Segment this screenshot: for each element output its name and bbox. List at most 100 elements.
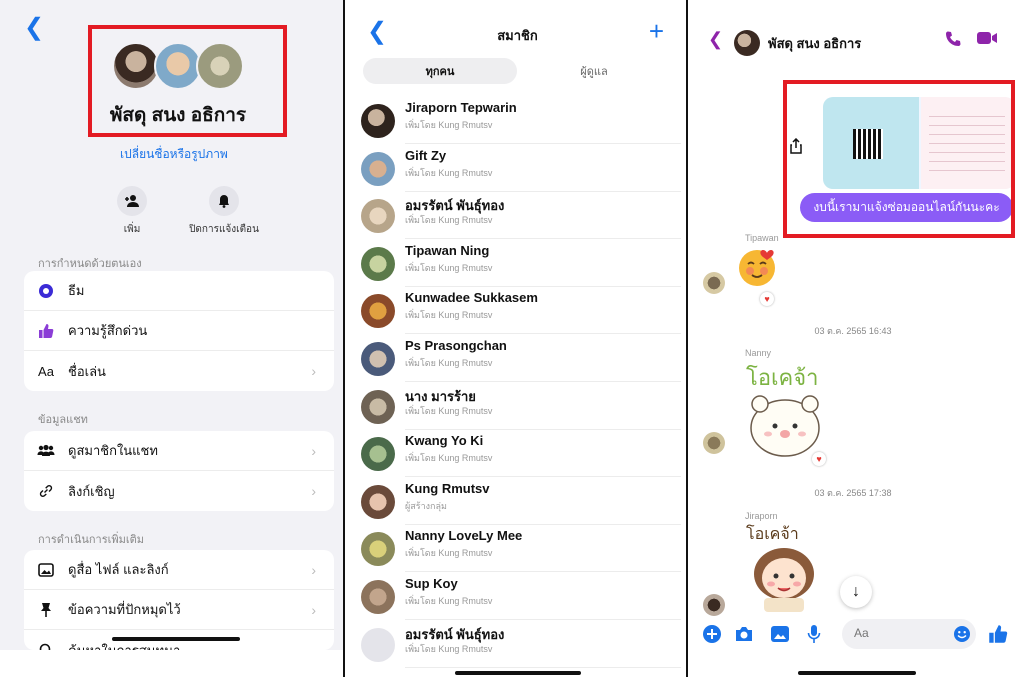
add-member-button[interactable]: + <box>649 16 664 47</box>
member-name: Kung Rmutsv <box>405 480 490 496</box>
search-icon <box>36 643 56 650</box>
home-indicator <box>798 671 916 675</box>
nickname-row[interactable]: Aa ชื่อเล่น › <box>24 351 334 391</box>
pinned-messages-row[interactable]: ข้อความที่ปักหมุดไว้ › <box>24 590 334 630</box>
member-row[interactable]: อมรรัตน์ พันธุ์ทอง เพิ่มโดย Kung Rmutsv <box>361 620 681 668</box>
avatar[interactable] <box>703 432 725 454</box>
chevron-right-icon: › <box>311 442 316 459</box>
member-subtitle: เพิ่มโดย Kung Rmutsv <box>405 310 493 321</box>
divider <box>405 666 681 668</box>
add-member-button[interactable]: เพิ่ม <box>92 186 172 237</box>
sender-name: Tipawan <box>745 233 779 243</box>
gallery-icon[interactable] <box>770 624 790 644</box>
phone-icon[interactable] <box>944 30 962 53</box>
member-row[interactable]: Kwang Yo Ki เพิ่มโดย Kung Rmutsv <box>361 429 681 478</box>
avatar[interactable] <box>703 272 725 294</box>
section-chat-info-title: ข้อมูลแชท <box>38 414 88 426</box>
conversation-panel: ❮ พัสดุ สนง อธิการ งบนี้เรามาแจ้งซ่อมออน… <box>690 0 1016 677</box>
invite-link-row[interactable]: ลิงก์เชิญ › <box>24 471 334 511</box>
member-row[interactable]: Kunwadee Sukkasem เพิ่มโดย Kung Rmutsv <box>361 286 681 335</box>
avatar <box>361 151 395 186</box>
search-conversation-label: ค้นหาในการสนทนา <box>68 642 181 651</box>
tab-everyone[interactable]: ทุกคน <box>363 58 517 84</box>
bell-icon <box>209 186 239 216</box>
member-row[interactable]: อมรรัตน์ พันธุ์ทอง เพิ่มโดย Kung Rmutsv <box>361 191 681 240</box>
member-row[interactable]: นาง มารร้าย เพิ่มโดย Kung Rmutsv <box>361 382 681 430</box>
member-name: Jiraporn Tepwarin <box>405 100 517 115</box>
chat-info-card: ดูสมาชิกในแชท › ลิงก์เชิญ › <box>24 431 334 511</box>
video-call-icon[interactable] <box>976 30 998 51</box>
avatar[interactable] <box>734 30 760 56</box>
avatar <box>361 437 395 472</box>
view-members-label: ดูสมาชิกในแชท <box>68 443 158 458</box>
avatar <box>361 104 395 138</box>
customize-card: ธีม ความรู้สึกด่วน Aa ชื่อเล่น › <box>24 271 334 391</box>
bear-sticker[interactable]: โอเคจ้า <box>740 360 830 460</box>
member-row[interactable]: Tipawan Ning เพิ่มโดย Kung Rmutsv <box>361 239 681 287</box>
emoji-icon[interactable] <box>952 624 972 644</box>
section-more-actions-title: การดำเนินการเพิ่มเติม <box>38 534 145 546</box>
emoji-sticker[interactable] <box>735 246 779 290</box>
mute-label: ปิดการแจ้งเตือน <box>189 224 259 235</box>
member-subtitle: เพิ่มโดย Kung Rmutsv <box>405 643 493 654</box>
invite-link-label: ลิงก์เชิญ <box>68 483 115 499</box>
avatar <box>361 246 395 281</box>
girl-sticker[interactable]: โอเคจ้า <box>738 522 830 612</box>
thumbs-up-icon[interactable] <box>988 624 1008 644</box>
scroll-down-button[interactable]: ↓ <box>840 576 872 608</box>
mute-button[interactable]: ปิดการแจ้งเตือน <box>184 186 264 237</box>
quick-reaction-label: ความรู้สึกด่วน <box>68 323 148 338</box>
composer-bar <box>690 614 1016 654</box>
member-subtitle: เพิ่มโดย Kung Rmutsv <box>405 167 493 178</box>
member-row[interactable]: Gift Zy เพิ่มโดย Kung Rmutsv <box>361 144 681 192</box>
chevron-right-icon: › <box>311 363 316 379</box>
pinned-messages-label: ข้อความที่ปักหมุดไว้ <box>68 602 181 617</box>
camera-icon[interactable] <box>734 624 754 644</box>
member-name: Kwang Yo Ki <box>405 433 484 449</box>
avatar <box>361 532 395 567</box>
avatar <box>361 294 395 329</box>
quick-reaction-row[interactable]: ความรู้สึกด่วน <box>24 311 334 351</box>
member-name: Ps Prasongchan <box>405 338 507 353</box>
member-row[interactable]: Jiraporn Tepwarin เพิ่มโดย Kung Rmutsv <box>361 96 681 144</box>
member-subtitle: เพิ่มโดย Kung Rmutsv <box>405 262 493 273</box>
chat-header: ❮ พัสดุ สนง อธิการ <box>690 0 1016 80</box>
link-icon <box>36 483 56 499</box>
heart-reaction-icon[interactable]: ♥ <box>812 452 826 466</box>
tab-admins[interactable]: ผู้ดูแล <box>517 58 671 84</box>
avatar[interactable] <box>703 594 725 616</box>
back-button[interactable]: ❮ <box>24 16 44 40</box>
chevron-right-icon: › <box>311 483 316 499</box>
member-subtitle: เพิ่มโดย Kung Rmutsv <box>405 358 493 368</box>
avatar <box>361 342 395 376</box>
member-filter-tabs: ทุกคน ผู้ดูแล <box>363 58 671 84</box>
member-subtitle: เพิ่มโดย Kung Rmutsv <box>405 215 493 226</box>
avatar <box>361 484 395 519</box>
microphone-icon[interactable] <box>804 624 824 644</box>
more-actions-card: ดูสื่อ ไฟล์ และลิงก์ › ข้อความที่ปักหมุด… <box>24 550 334 650</box>
theme-icon <box>36 283 56 299</box>
avatar <box>361 580 395 614</box>
view-members-row[interactable]: ดูสมาชิกในแชท › <box>24 431 334 471</box>
plus-icon[interactable] <box>702 624 722 644</box>
sender-name: Jiraporn <box>745 511 778 521</box>
member-row[interactable]: Sup Koy เพิ่มโดย Kung Rmutsv <box>361 572 681 620</box>
message-input[interactable] <box>854 626 944 640</box>
member-row[interactable]: Kung Rmutsv ผู้สร้างกลุ่ม <box>361 477 681 525</box>
view-media-row[interactable]: ดูสื่อ ไฟล์ และลิงก์ › <box>24 550 334 590</box>
chevron-right-icon: › <box>311 561 316 578</box>
theme-row[interactable]: ธีม <box>24 271 334 311</box>
back-button[interactable]: ❮ <box>708 30 723 48</box>
member-row[interactable]: Ps Prasongchan เพิ่มโดย Kung Rmutsv <box>361 334 681 382</box>
change-name-photo-link[interactable]: เปลี่ยนชื่อหรือรูปภาพ <box>120 145 228 164</box>
member-subtitle: เพิ่มโดย Kung Rmutsv <box>405 548 493 559</box>
chat-title[interactable]: พัสดุ สนง อธิการ <box>768 33 861 54</box>
theme-label: ธีม <box>68 283 85 298</box>
heart-reaction-icon[interactable]: ♥ <box>760 292 774 306</box>
add-person-icon <box>117 186 147 216</box>
member-row[interactable]: Nanny LoveLy Mee เพิ่มโดย Kung Rmutsv <box>361 524 681 573</box>
home-indicator <box>455 671 581 675</box>
member-subtitle: เพิ่มโดย Kung Rmutsv <box>405 596 493 606</box>
media-icon <box>36 562 56 577</box>
view-media-label: ดูสื่อ ไฟล์ และลิงก์ <box>68 562 169 577</box>
